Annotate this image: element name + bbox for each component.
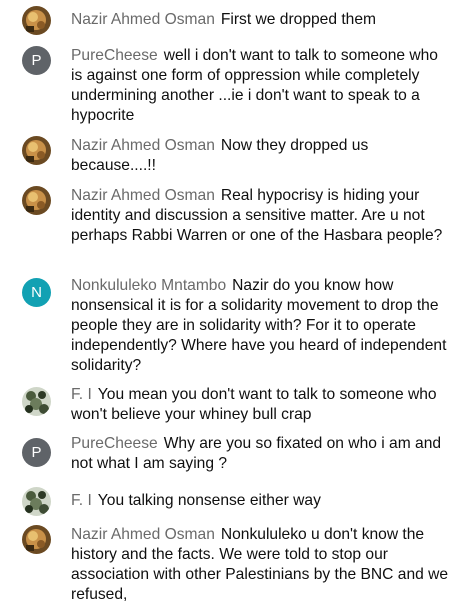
avatar[interactable]: [22, 487, 51, 516]
avatar[interactable]: [22, 6, 51, 35]
message-content: Nazir Ahmed Osman First we dropped them: [71, 10, 453, 30]
avatar[interactable]: [22, 525, 51, 554]
author-name[interactable]: Nazir Ahmed Osman: [71, 526, 215, 543]
avatar-letter: N: [31, 284, 42, 301]
avatar[interactable]: [22, 186, 51, 215]
message-text: You mean you don't want to talk to someo…: [71, 386, 437, 423]
author-name[interactable]: Nonkululeko Mntambo: [71, 277, 226, 294]
user-photo-icon: [22, 136, 51, 165]
message-content: Nazir Ahmed Osman Real hypocrisy is hidin…: [71, 186, 453, 246]
author-name[interactable]: F. I: [71, 386, 92, 403]
author-name[interactable]: Nazir Ahmed Osman: [71, 11, 215, 28]
author-name[interactable]: PureCheese: [71, 47, 158, 64]
user-photo-icon: [22, 525, 51, 554]
author-name[interactable]: Nazir Ahmed Osman: [71, 137, 215, 154]
avatar[interactable]: N: [22, 278, 51, 307]
user-photo-icon: [22, 387, 51, 416]
author-name[interactable]: PureCheese: [71, 435, 158, 452]
message-content: F. I You talking nonsense either way: [71, 491, 453, 511]
user-photo-icon: [22, 6, 51, 35]
message-content: PureCheese Why are you so fixated on who …: [71, 434, 453, 474]
message-content: F. I You mean you don't want to talk to s…: [71, 385, 453, 425]
avatar-letter: P: [31, 444, 42, 461]
avatar-letter: P: [31, 52, 42, 69]
live-chat-feed: Nazir Ahmed Osman First we dropped them P…: [0, 0, 463, 614]
message-content: Nazir Ahmed Osman Nonkululeko u don't kno…: [71, 525, 453, 605]
author-name[interactable]: Nazir Ahmed Osman: [71, 187, 215, 204]
avatar[interactable]: [22, 136, 51, 165]
message-content: PureCheese well i don't want to talk to s…: [71, 46, 453, 126]
user-photo-icon: [22, 487, 51, 516]
message-text: First we dropped them: [220, 11, 377, 28]
author-name[interactable]: F. I: [71, 492, 92, 509]
user-photo-icon: [22, 186, 51, 215]
avatar[interactable]: [22, 387, 51, 416]
avatar[interactable]: P: [22, 46, 51, 75]
message-text: You talking nonsense either way: [97, 492, 321, 509]
message-content: Nonkululeko Mntambo Nazir do you know how…: [71, 276, 453, 376]
message-content: Nazir Ahmed Osman Now they dropped us bec…: [71, 136, 453, 176]
avatar[interactable]: P: [22, 438, 51, 467]
